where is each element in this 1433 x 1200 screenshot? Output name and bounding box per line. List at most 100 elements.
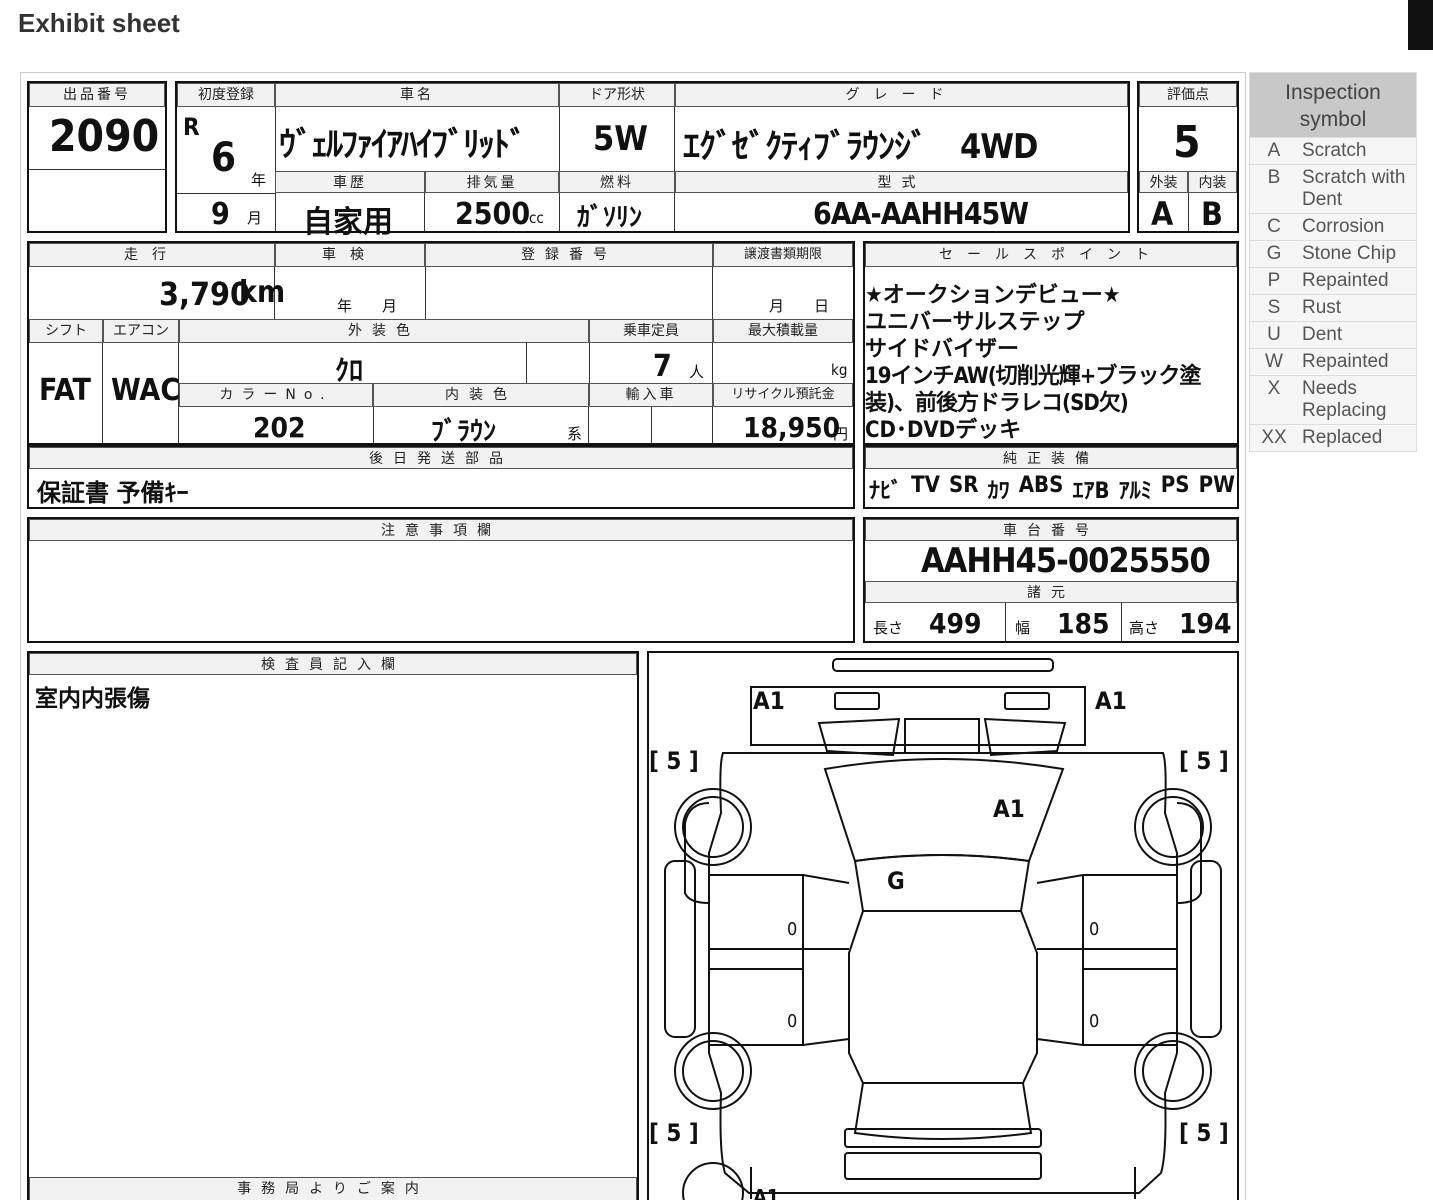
height-label: 高さ	[1129, 619, 1160, 637]
color-no: 202	[253, 411, 306, 444]
grade: ｴｸﾞｾﾞｸﾃｨﾌﾞﾗｳﾝｼﾞ 4WD	[683, 127, 1038, 167]
month-row-line	[177, 193, 275, 194]
sales-point-6: CD･DVDデッキ	[865, 418, 1022, 443]
equipment-list: ﾅﾋﾞ TV SR ｶﾜ ABS ｴｱB ｱﾙﾐ PS PW	[869, 473, 1235, 505]
mark-roof: G	[887, 867, 905, 895]
imported-cell	[651, 407, 713, 443]
chassis-label: 車台番号	[865, 519, 1237, 541]
legend-code: U	[1267, 324, 1281, 345]
mark-windshield: A1	[993, 795, 1025, 823]
car-name: ｳﾞｪﾙﾌｧｲｱﾊｲﾌﾞﾘｯﾄﾞ	[279, 125, 527, 165]
equipment-label: 純正装備	[865, 447, 1237, 469]
grade-label: グレード	[675, 83, 1128, 107]
car-map-box: A1 A1 A1 G A1 [ 5 ] [ 5 ] [ 5 ] [ 5 ] 0 …	[647, 651, 1239, 1200]
legend-item: G Stone Chip	[1250, 240, 1416, 267]
capacity-unit: 人	[689, 363, 705, 381]
score: 5	[1173, 117, 1201, 168]
car-name-label: 車名	[275, 83, 559, 107]
lot-number: 2090	[49, 111, 160, 162]
transfer-label: 譲渡書類期限	[713, 243, 853, 267]
displacement-unit: cc	[529, 209, 544, 227]
later-parts: 保証書 予備ｷｰ	[37, 479, 189, 507]
legend-item: P Repainted	[1250, 267, 1416, 294]
equipment-item: ﾅﾋﾞ	[869, 479, 903, 504]
mileage-unit: km	[239, 275, 286, 310]
legend-item: S Rust	[1250, 294, 1416, 321]
inspection-label: 車検	[275, 243, 425, 267]
specs-divider-1	[1005, 603, 1006, 641]
first-reg-label: 初度登録	[177, 83, 275, 107]
imported-label: 輸入車	[589, 383, 713, 407]
inspector-box	[27, 651, 639, 1200]
legend-code: S	[1267, 297, 1281, 318]
inspection-symbol-legend: Inspection symbol A Scratch B Scratch with…	[1249, 72, 1417, 452]
recycle-unit: 円	[833, 425, 849, 443]
legend-code: P	[1267, 270, 1281, 291]
legend-code: W	[1265, 351, 1283, 372]
shift: FAT	[39, 373, 91, 408]
corner-tab[interactable]	[1408, 0, 1433, 50]
notes-label: 注意事項欄	[29, 519, 853, 541]
legend-item: B Scratch with Dent	[1250, 164, 1416, 213]
equipment-item: ｶﾜ	[987, 479, 1010, 504]
car-diagram	[664, 658, 1222, 1200]
legend-item: XX Replaced	[1250, 424, 1416, 451]
exterior-grade: A	[1151, 195, 1174, 233]
displacement-label: 排気量	[425, 171, 559, 193]
legend-code: B	[1267, 167, 1281, 188]
legend-item: U Dent	[1250, 321, 1416, 348]
zero-left-top: 0	[787, 919, 798, 940]
reg-no-label: 登録番号	[425, 243, 713, 267]
interior-grade: B	[1201, 195, 1223, 233]
reg-month: 9	[211, 197, 230, 232]
interior-label: 内装	[1188, 171, 1237, 193]
inspection-date: 年 月	[337, 297, 398, 315]
capacity-label: 乗車定員	[589, 319, 713, 343]
equipment-item: ｱﾙﾐ	[1118, 479, 1152, 504]
fuel: ｶﾞｿﾘﾝ	[577, 203, 643, 233]
era: R	[183, 113, 200, 141]
legend-item: W Repainted	[1250, 348, 1416, 375]
tire-score-front-right: [ 5 ]	[1179, 747, 1229, 775]
mileage: 3,790	[159, 275, 251, 313]
shift-label: シフト	[29, 319, 103, 343]
legend-text: Needs Replacing	[1302, 378, 1387, 421]
transfer-date: 月 日	[769, 297, 830, 315]
width-label: 幅	[1015, 619, 1031, 637]
body-color-label: 外装色	[179, 319, 589, 343]
recycle-fee: 18,950	[743, 411, 841, 444]
model-code-label: 型式	[675, 171, 1128, 193]
inspector-note: 室内内張傷	[35, 686, 150, 712]
lot-label: 出品番号	[29, 83, 165, 107]
legend-text: Scratch	[1302, 140, 1367, 161]
tire-score-rear-right: [ 5 ]	[1179, 1119, 1229, 1147]
zero-right-top: 0	[1089, 919, 1100, 940]
legend-text: Repainted	[1302, 351, 1389, 372]
displacement: 2500	[455, 197, 531, 232]
length: 499	[929, 607, 982, 640]
legend-text: Rust	[1302, 297, 1342, 318]
equipment-item: SR	[949, 473, 979, 498]
office-label: 事務局よりご案内	[29, 1177, 637, 1200]
equipment-item: PW	[1198, 473, 1235, 498]
aircon: WAC	[111, 373, 181, 408]
sales-points-label: セールスポイント	[865, 243, 1237, 267]
color-no-label: カラーNo.	[179, 383, 373, 407]
legend-item: X Needs Replacing	[1250, 375, 1416, 424]
mark-bottom: A1	[753, 1185, 780, 1200]
legend-item: A Scratch	[1250, 137, 1416, 164]
mark-front-right: A1	[1095, 687, 1127, 715]
reg-no-cell	[425, 267, 713, 319]
exterior-label: 外装	[1139, 171, 1188, 193]
grade-divider	[1188, 193, 1189, 231]
legend-code: A	[1267, 140, 1281, 161]
page-title: Exhibit sheet	[18, 8, 180, 38]
capacity: 7	[653, 349, 672, 384]
exhibit-sheet: 出品番号 2090 初度登録 車名 ドア形状 グレード R 6 年 ｳﾞｪﾙﾌｧ…	[20, 72, 1246, 1200]
history: 自家用	[303, 205, 393, 240]
month-unit: 月	[247, 209, 263, 227]
max-load-label: 最大積載量	[713, 319, 853, 343]
equipment-item: PS	[1160, 473, 1190, 498]
legend-text: Repainted	[1302, 270, 1389, 291]
equipment-item: ｴｱB	[1072, 479, 1110, 504]
